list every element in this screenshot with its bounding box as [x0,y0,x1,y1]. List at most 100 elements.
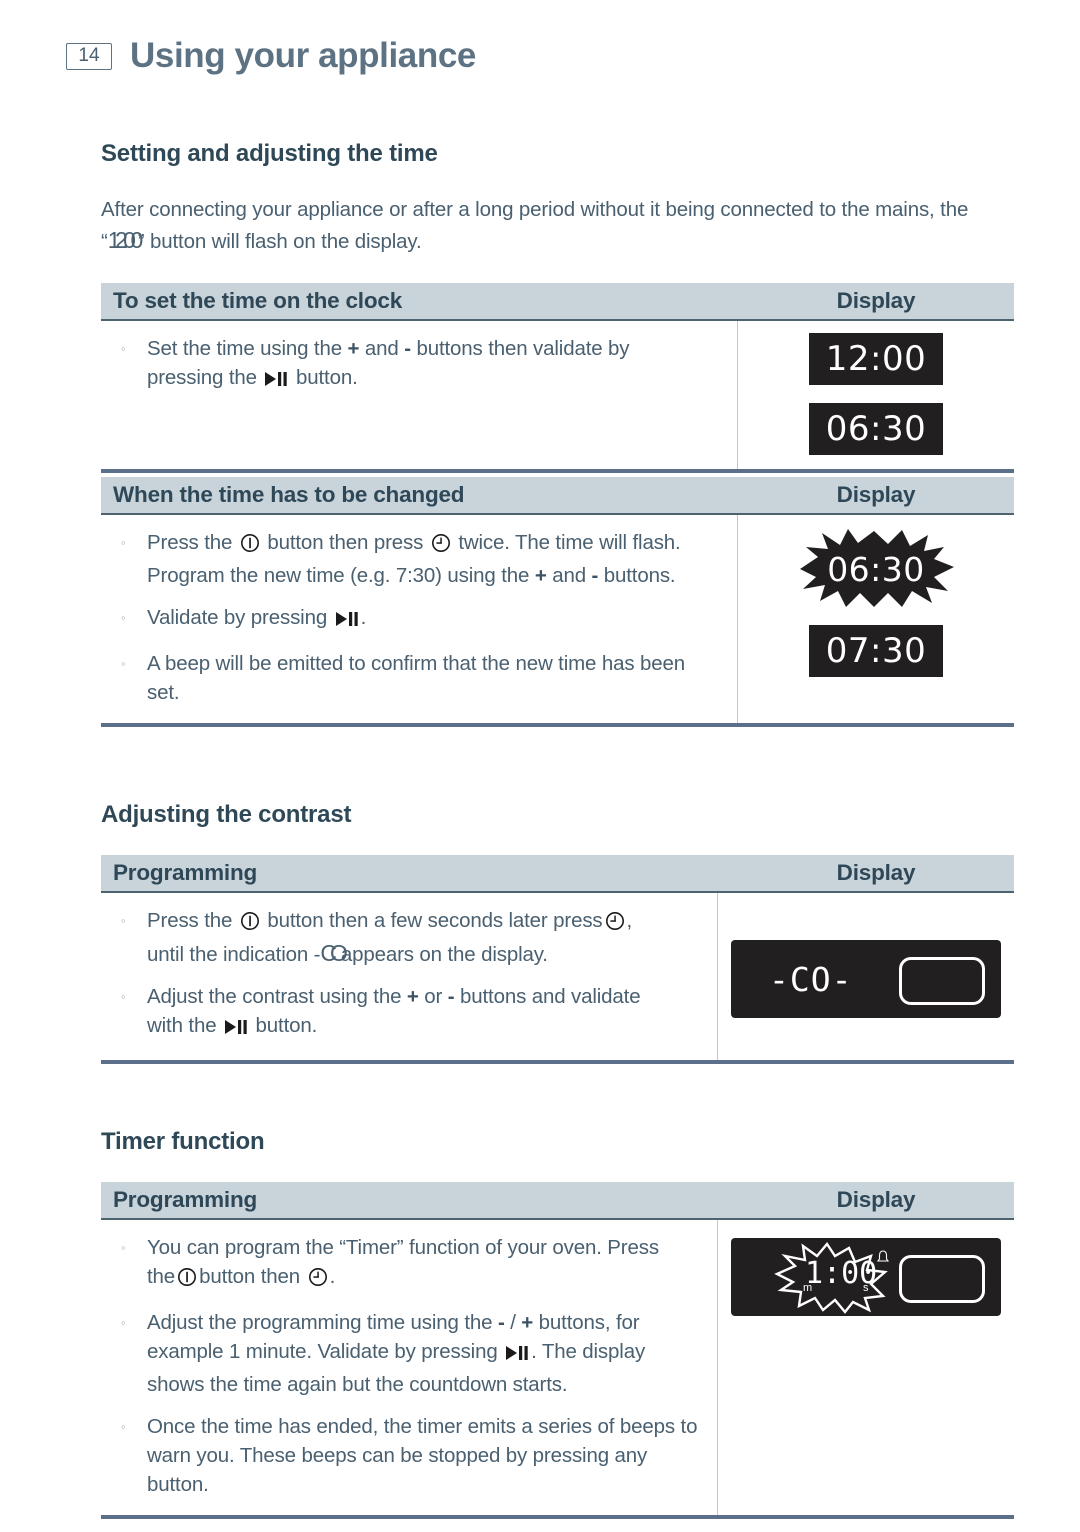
text-fragment: twice. The time will flash. [458,531,681,554]
instructions-cell: ◦ Press the button then a few seconds la… [101,893,718,1060]
minus-symbol: - [447,985,455,1008]
table-header-row: Programming Display [101,1182,1014,1220]
text-fragment: Press the [147,531,233,554]
text-fragment: shows the time again but the countdown s… [147,1373,568,1396]
list-item-text: Press the button then a few seconds late… [147,906,632,969]
text-fragment: appears on the display. [340,943,548,966]
bullet-marker-icon: ◦ [121,1240,126,1255]
text-fragment: buttons. [603,564,676,587]
text-fragment: Adjust the programming time using the [147,1311,493,1334]
play-pause-icon [505,1341,529,1370]
plus-symbol: + [534,564,547,587]
instructions-cell: ◦ You can program the “Timer” function o… [101,1220,718,1515]
intro-lcd-value: 12:00 [107,227,144,253]
page-number: 14 [66,42,112,70]
section-title-timer-function: Timer function [101,1128,265,1155]
play-pause-icon [224,1015,248,1044]
table-body: ◦ You can program the “Timer” function o… [101,1220,1014,1519]
display-empty-slot [899,956,985,1005]
bullet-marker-icon: ◦ [121,610,126,625]
column-header-programming: Programming [113,860,258,885]
column-header-display: Display [836,288,916,313]
text-fragment: Set the time using the [147,337,342,360]
list-item-text: Adjust the programming time using the - … [147,1308,645,1399]
instructions-cell: ◦ Set the time using the + and - buttons… [101,321,738,469]
list-item-text: Set the time using the + and - buttons t… [147,334,630,396]
intro-paragraph: After connecting your appliance or after… [101,194,1014,257]
text-fragment: button. [255,1014,318,1037]
list-item: ◦ Adjust the contrast using the + or - b… [113,982,701,1044]
text-fragment: button then [199,1265,301,1288]
display-cell: 1:00 m s [718,1220,1014,1515]
list-item: ◦ Validate by pressing . [113,603,721,636]
list-item-text: You can program the “Timer” function of … [147,1233,659,1295]
text-fragment: Validate by pressing [147,606,328,629]
unit-minutes-label: m [803,1282,813,1294]
text-fragment: buttons and validate [459,985,641,1008]
text-fragment: . The display [531,1340,646,1363]
intro-text-part2: ” button will flash on the display. [137,230,422,253]
list-item-text: Press the button then press twice. The t… [147,528,681,590]
table-header-row: When the time has to be changed Display [101,477,1014,515]
minus-symbol: - [591,564,599,587]
flashing-display-0630: 06:30 [792,527,960,611]
bullet-marker-icon: ◦ [121,535,126,550]
text-fragment: button then press [267,531,424,554]
contrast-code-inline: CO [320,940,347,966]
text-fragment: Press the [147,909,233,932]
table-contrast: Programming Display ◦ Press the button t… [101,855,1014,1064]
table-body: ◦ Set the time using the + and - buttons… [101,321,1014,473]
clock-icon [308,1266,328,1295]
function-button-icon [177,1266,197,1295]
minus-symbol: - [404,337,411,360]
bullet-marker-icon: ◦ [121,913,126,928]
bullet-marker-icon: ◦ [121,989,126,1004]
column-header-display: Display [836,860,916,885]
lcd-display-0630: 06:30 [809,403,943,455]
manual-page: 14 Using your appliance Setting and adju… [0,0,1080,1532]
list-item: ◦ Press the button then press twice. The… [113,528,721,590]
text-fragment: or [424,985,443,1008]
table-header-row: To set the time on the clock Display [101,283,1014,321]
timer-display-panel: 1:00 m s [731,1238,1001,1316]
display-cell: -CO- [718,893,1014,1060]
column-header-instructions: When the time has to be changed [113,482,465,507]
table-change-time: When the time has to be changed Display … [101,477,1014,727]
text-fragment: until the indication - [147,943,321,966]
text-fragment: buttons, for [538,1311,640,1334]
page-content: Setting and adjusting the time After con… [101,140,1014,1523]
column-header-programming: Programming [113,1187,258,1212]
text-fragment: . [329,1265,336,1288]
display-cell: 06:30 07:30 [738,515,1014,723]
bullet-marker-icon: ◦ [121,341,126,356]
column-header-display: Display [836,1187,916,1212]
text-fragment: and [552,564,586,587]
text-fragment: with the [147,1014,217,1037]
table-body: ◦ Press the button then press twice. The… [101,515,1014,727]
minus-symbol: - [497,1311,505,1334]
text-fragment: button then a few seconds later press [267,909,603,932]
text-fragment: the [147,1265,176,1288]
play-pause-icon [335,607,359,636]
section-title-setting-time: Setting and adjusting the time [101,140,438,167]
text-fragment: buttons then validate by [416,337,630,360]
list-item-text: Once the time has ended, the timer emits… [147,1415,698,1496]
table-header-row: Programming Display [101,855,1014,893]
bell-icon [877,1250,889,1262]
list-item-text: Adjust the contrast using the + or - but… [147,982,641,1044]
text-fragment: Program the new time (e.g. 7:30) using t… [147,564,530,587]
text-fragment: You can program the “Timer” function of … [147,1236,659,1259]
list-item: ◦ Once the time has ended, the timer emi… [113,1412,701,1499]
bullet-marker-icon: ◦ [121,1419,126,1434]
plus-symbol: + [347,337,360,360]
lcd-display-0730: 07:30 [809,625,943,677]
function-button-icon [240,532,260,561]
play-pause-icon [264,367,288,396]
unit-seconds-label: s [863,1282,869,1294]
list-item: ◦ Press the button then a few seconds la… [113,906,701,969]
list-item-text: A beep will be emitted to confirm that t… [147,652,685,704]
text-fragment: pressing the [147,366,257,389]
instructions-cell: ◦ Press the button then press twice. The… [101,515,738,723]
